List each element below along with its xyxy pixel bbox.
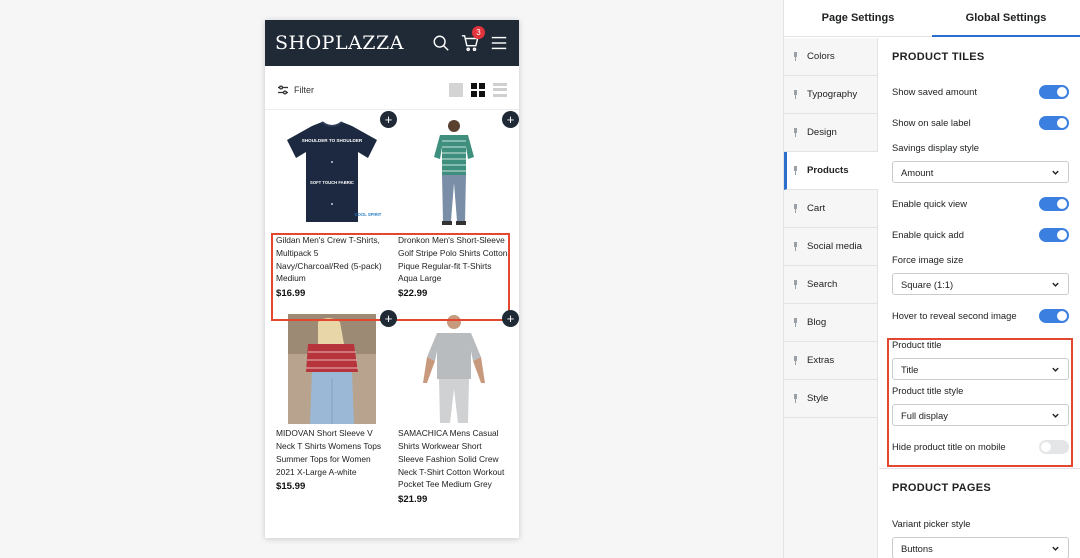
savings-display-style-label: Savings display style: [892, 142, 980, 153]
product-image[interactable]: SHOULDER TO SHOULDER SOFT TOUCH FABRIC C…: [271, 111, 397, 232]
savings-display-style-select[interactable]: Amount: [892, 161, 1069, 183]
chevron-down-icon: [1052, 170, 1059, 175]
sidebar-item-blog[interactable]: Blog: [784, 304, 877, 342]
enable-quick-view-toggle[interactable]: [1039, 196, 1069, 211]
sidebar-item-cart[interactable]: Cart: [784, 190, 877, 228]
product-title[interactable]: MIDOVAN Short Sleeve V Neck T Shirts Wom…: [271, 427, 393, 478]
filter-button[interactable]: Filter: [277, 84, 449, 96]
setting-enable-quick-view: Enable quick view: [892, 188, 1069, 219]
brand-mark: COOL SPIRIT: [355, 212, 382, 217]
select-value: Amount: [901, 166, 934, 178]
tab-global-settings[interactable]: Global Settings: [932, 0, 1080, 37]
sidebar-item-design[interactable]: Design: [784, 114, 877, 152]
product-title[interactable]: SAMACHICA Mens Casual Shirts Workwear Sh…: [393, 427, 515, 491]
sidebar-item-products[interactable]: Products: [784, 152, 878, 190]
select-value: Buttons: [901, 542, 933, 554]
pin-icon: [792, 166, 799, 175]
sidebar-item-social-media[interactable]: Social media: [784, 228, 877, 266]
setting-label: Show saved amount: [892, 86, 977, 97]
grid-view-icon[interactable]: [471, 82, 485, 97]
pin-icon: [792, 90, 799, 99]
setting-label: Hover to reveal second image: [892, 310, 1017, 321]
sidebar-item-typography[interactable]: Typography: [784, 76, 877, 114]
store-logo[interactable]: SHOPLAZZA: [275, 32, 422, 54]
setting-show-saved-amount: Show saved amount: [892, 76, 1069, 107]
setting-hover-reveal-second-image: Hover to reveal second image: [892, 300, 1069, 331]
sidebar-item-label: Search: [807, 279, 838, 290]
single-column-view-icon[interactable]: [449, 82, 463, 97]
sidebar-item-search[interactable]: Search: [784, 266, 877, 304]
menu-icon[interactable]: [489, 33, 509, 53]
product-image[interactable]: +: [271, 310, 397, 425]
quick-add-button[interactable]: +: [502, 310, 519, 328]
sidebar-item-extras[interactable]: Extras: [784, 342, 877, 380]
pin-icon: [792, 394, 799, 403]
sidebar-item-label: Extras: [807, 355, 835, 366]
sidebar-item-label: Products: [807, 165, 849, 176]
pin-icon: [792, 128, 799, 137]
variant-picker-style-select[interactable]: Buttons: [892, 537, 1069, 558]
filter-label: Filter: [294, 84, 314, 95]
product-card[interactable]: + MIDOVAN Short Sleeve V Neck T Shirts W…: [271, 310, 397, 505]
pin-icon: [792, 356, 799, 365]
search-icon[interactable]: [431, 33, 451, 53]
quick-add-button[interactable]: +: [502, 111, 519, 128]
setting-label: Enable quick add: [892, 229, 964, 240]
cart-count-badge: 3: [472, 26, 485, 39]
product-image[interactable]: +: [393, 310, 519, 425]
theme-settings-panel: Page Settings Global Settings Colors Typ…: [783, 0, 1080, 558]
settings-tabs: Page Settings Global Settings: [784, 0, 1080, 37]
sidebar-item-label: Cart: [807, 203, 826, 214]
select-value: Square (1:1): [901, 278, 954, 290]
product-price: $21.99: [398, 494, 428, 506]
product-card[interactable]: + SAMACHICA Mens Casual Shirts Workwear …: [393, 310, 519, 506]
section-title-product-pages: PRODUCT PAGES: [879, 468, 1080, 506]
sidebar-item-label: Social media: [807, 241, 862, 252]
setting-show-on-sale-label: Show on sale label: [892, 107, 1069, 138]
force-image-size-select[interactable]: Square (1:1): [892, 273, 1069, 295]
settings-content: PRODUCT TILES Show saved amount Show on …: [879, 38, 1080, 558]
sidebar-item-label: Blog: [807, 317, 827, 328]
sidebar-item-style[interactable]: Style: [784, 380, 877, 418]
highlight-product-title-settings: [887, 338, 1073, 467]
sidebar-item-label: Style: [807, 393, 829, 404]
variant-picker-style-label: Variant picker style: [892, 518, 971, 529]
show-saved-amount-toggle[interactable]: [1039, 84, 1069, 99]
view-toggle: [449, 82, 507, 97]
product-image[interactable]: +: [393, 111, 519, 232]
enable-quick-add-toggle[interactable]: [1039, 227, 1069, 242]
product-price: $15.99: [276, 481, 306, 493]
pin-icon: [792, 204, 799, 213]
chevron-down-icon: [1052, 546, 1059, 551]
sidebar-item-colors[interactable]: Colors: [784, 38, 877, 76]
shirt-print-text-2: SOFT TOUCH FABRIC: [310, 180, 354, 185]
chevron-down-icon: [1052, 282, 1059, 287]
shirt-print-text-1: SHOULDER TO SHOULDER: [302, 138, 363, 143]
pin-icon: [792, 52, 799, 61]
sidebar-item-label: Design: [807, 127, 837, 138]
store-header: SHOPLAZZA 3: [265, 20, 519, 66]
tab-page-settings[interactable]: Page Settings: [784, 0, 932, 36]
setting-label: Enable quick view: [892, 198, 968, 209]
hover-reveal-toggle[interactable]: [1039, 308, 1069, 323]
show-on-sale-label-toggle[interactable]: [1039, 115, 1069, 130]
filter-sliders-icon: [278, 84, 288, 95]
filter-bar: Filter: [265, 70, 519, 110]
section-title-product-tiles: PRODUCT TILES: [892, 51, 985, 63]
settings-sidebar: Colors Typography Design Products Cart S…: [784, 38, 878, 558]
cart-icon[interactable]: 3: [460, 26, 485, 53]
quick-add-button[interactable]: +: [380, 111, 397, 128]
force-image-size-label: Force image size: [892, 254, 964, 265]
pin-icon: [792, 280, 799, 289]
highlight-product-titles: [271, 233, 510, 321]
setting-label: Show on sale label: [892, 117, 971, 128]
sidebar-item-label: Colors: [807, 51, 835, 62]
pin-icon: [792, 242, 799, 251]
pin-icon: [792, 318, 799, 327]
sidebar-item-label: Typography: [807, 89, 858, 100]
setting-enable-quick-add: Enable quick add: [892, 219, 1069, 250]
list-view-icon[interactable]: [493, 82, 507, 97]
